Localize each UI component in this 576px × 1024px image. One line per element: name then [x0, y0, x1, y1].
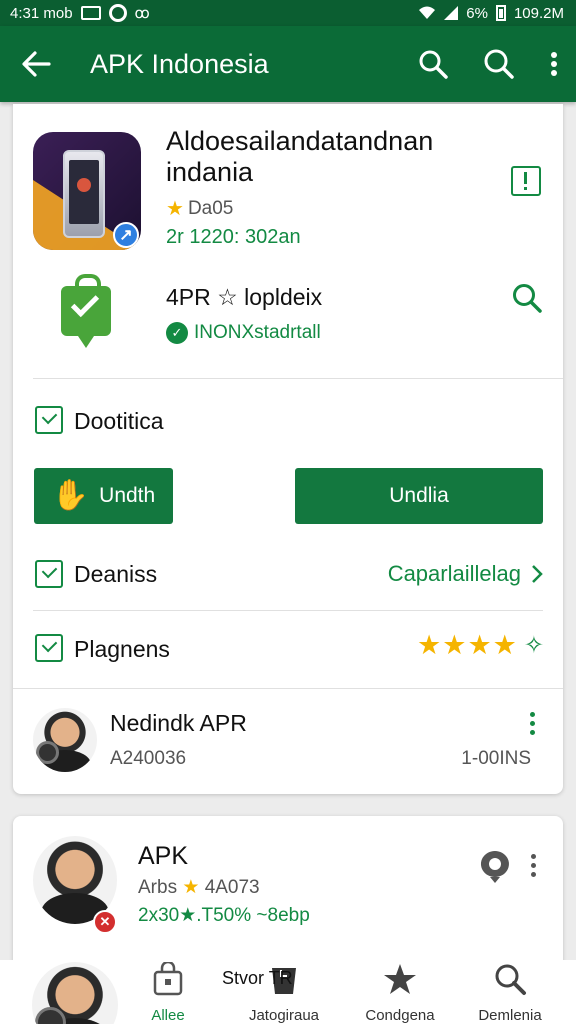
status-time: 4:31 mob — [10, 4, 73, 22]
star-icon: ★ — [417, 630, 443, 660]
page-title: APK Indonesia — [90, 48, 269, 79]
reviewer-name: Nedindk APR — [110, 710, 247, 736]
app-meta: 2r 1220: 302an — [166, 226, 301, 248]
nav-label: Jatogiraua — [248, 1007, 320, 1024]
signal-icon — [444, 6, 459, 20]
divider — [33, 610, 543, 611]
card2-meta: 2x30★.T50% ~8ebp — [138, 905, 310, 926]
chat-bubble-icon[interactable] — [478, 848, 512, 884]
nav-item-condgena[interactable]: Condgena — [360, 960, 440, 1024]
details-link-label: Caparlaillelag — [387, 561, 521, 586]
install-badge-icon: ↗ — [113, 222, 139, 248]
checkbox-3-label: Plagnens — [74, 636, 170, 662]
wifi-icon — [419, 6, 436, 19]
search-icon — [495, 964, 526, 995]
card2-sub-prefix: Arbs — [138, 877, 178, 898]
checkbox-icon[interactable] — [35, 634, 63, 662]
report-icon[interactable] — [511, 166, 541, 196]
star-icon: ★ — [182, 877, 200, 898]
camera-icon — [35, 741, 59, 765]
more-vert-icon[interactable] — [528, 712, 536, 735]
data-usage: 109.2M — [513, 4, 564, 22]
nav-label: Allee — [151, 1007, 185, 1024]
camera-icon — [35, 1006, 67, 1024]
details-link[interactable]: Caparlaillelag — [388, 561, 543, 587]
star-icon: ★ — [467, 630, 493, 660]
nav-label: Demlenia — [478, 1007, 542, 1024]
back-button[interactable] — [0, 26, 72, 102]
reviewer-sub: A240036 — [110, 748, 187, 769]
app-bar: APK Indonesia — [0, 26, 576, 102]
more-vert-icon — [551, 52, 557, 76]
card2-sub-suffix: 4A073 — [204, 877, 260, 898]
more-vert-icon[interactable] — [529, 854, 537, 877]
star-icon — [384, 963, 416, 994]
app-icon[interactable]: ↗ — [33, 132, 141, 250]
nav-item-allee[interactable]: Allee — [128, 960, 208, 1024]
divider — [33, 378, 563, 379]
app-name: Aldoesailandatandnan indania — [166, 126, 434, 187]
star-icon: ★ — [442, 630, 468, 660]
search-icon — [419, 50, 448, 79]
search-alt-button[interactable] — [466, 26, 532, 102]
shopping-bag-icon — [61, 274, 111, 348]
star-icon: ★ — [166, 198, 184, 220]
rating-stars[interactable]: ★ ★ ★ ★ ✧ — [417, 630, 545, 661]
card2-title: APK — [138, 842, 189, 870]
sync-icon — [108, 4, 127, 22]
chevron-right-icon — [532, 565, 543, 583]
second-app-sub-text: INONXstadrtall — [194, 322, 321, 343]
phone-icon — [63, 150, 105, 238]
avatar[interactable] — [32, 962, 118, 1024]
bag-icon — [153, 961, 183, 995]
verified-icon: ✓ — [166, 322, 188, 344]
arrow-left-icon — [22, 51, 51, 77]
more-options-button[interactable] — [532, 26, 576, 102]
download-button[interactable]: Undlia — [295, 468, 543, 524]
install-button[interactable]: ✋ Undth — [34, 468, 173, 524]
search-button[interactable] — [400, 26, 466, 102]
review-stat: 1-00INS — [461, 748, 531, 769]
checkbox-icon[interactable] — [35, 406, 63, 434]
avatar[interactable] — [33, 708, 97, 772]
zoom-icon[interactable] — [511, 282, 543, 314]
nav-item-demlenia[interactable]: Demlenia — [470, 960, 550, 1024]
sparkle-icon: ✧ — [523, 632, 545, 659]
app-detail-card: ↗ Aldoesailandatandnan indania ★ Da05 2r… — [13, 104, 563, 794]
search-icon — [484, 49, 514, 79]
notification-icon — [80, 6, 101, 20]
second-app-sub: ✓ INONXstadrtall — [166, 322, 321, 344]
nav-overlay-text: Stvor TR — [222, 968, 293, 988]
nav-label: Condgena — [365, 1007, 435, 1024]
checkbox-1-label: Dootitica — [74, 408, 164, 434]
status-bar: 4:31 mob ꝏ 6% 109.2M — [0, 0, 576, 26]
battery-icon — [495, 5, 506, 21]
checkbox-2-label: Deaniss — [74, 561, 158, 587]
app-rating: ★ Da05 — [166, 196, 233, 221]
close-icon[interactable]: ✕ — [93, 910, 117, 934]
checkbox-icon[interactable] — [35, 560, 63, 588]
second-app-name: 4PR ☆ lopldeix — [166, 284, 323, 310]
install-button-label: Undth — [99, 484, 156, 507]
card2-sub: Arbs ★ 4A073 — [138, 876, 260, 899]
hand-icon: ✋ — [51, 479, 90, 512]
battery-percent: 6% — [466, 4, 488, 22]
voicemail-icon: ꝏ — [134, 5, 150, 22]
app-rating-value: Da05 — [187, 197, 234, 219]
star-icon: ★ — [492, 630, 518, 660]
divider — [13, 688, 563, 689]
download-button-label: Undlia — [389, 484, 449, 507]
